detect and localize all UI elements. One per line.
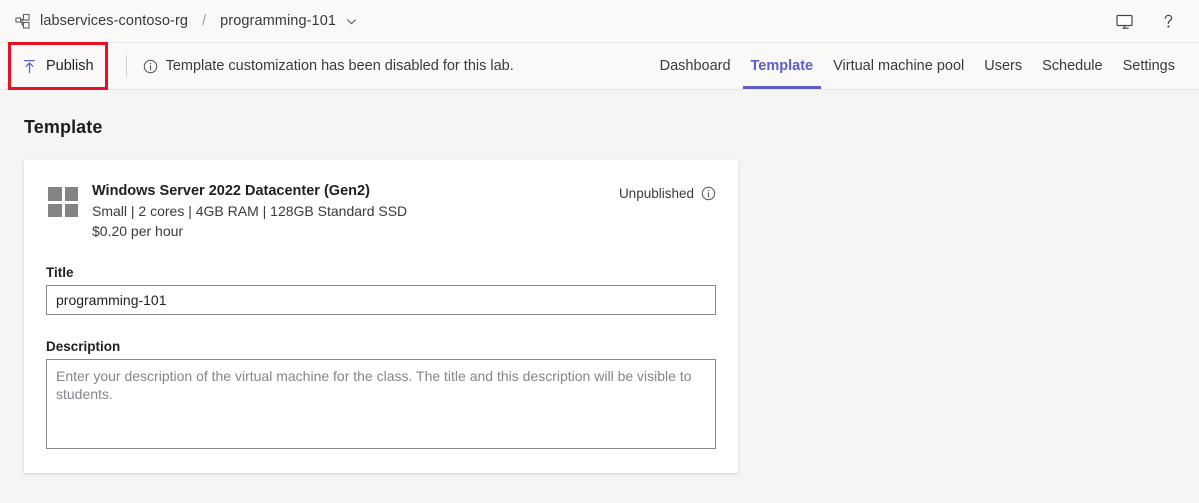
title-field-label: Title — [46, 265, 74, 280]
monitor-icon[interactable] — [1113, 10, 1135, 32]
vm-image-name: Windows Server 2022 Datacenter (Gen2) — [92, 183, 370, 199]
top-breadcrumb-bar: labservices-contoso-rg / programming-101 — [0, 0, 1199, 43]
status-badge-label: Unpublished — [618, 186, 694, 201]
windows-logo-icon — [48, 187, 78, 217]
command-bar-divider — [125, 55, 127, 77]
tab-schedule[interactable]: Schedule — [1032, 43, 1112, 89]
info-circle-icon[interactable] — [701, 186, 716, 201]
tab-dashboard[interactable]: Dashboard — [650, 43, 741, 89]
tab-dashboard-label: Dashboard — [659, 58, 731, 74]
vm-summary: Windows Server 2022 Datacenter (Gen2) Sm… — [46, 182, 716, 241]
tab-virtual-machine-pool-label: Virtual machine pool — [833, 58, 965, 74]
template-disabled-notice: Template customization has been disabled… — [143, 58, 514, 74]
publish-button-label: Publish — [46, 58, 94, 74]
info-circle-icon — [143, 59, 158, 74]
vm-details: Windows Server 2022 Datacenter (Gen2) Sm… — [92, 182, 619, 241]
tab-users[interactable]: Users — [974, 43, 1032, 89]
page-body: Template Windows Server 2022 Datacenter … — [0, 117, 1199, 473]
page-title: Template — [24, 117, 103, 137]
command-bar: Publish Template customization has been … — [0, 42, 1199, 90]
publish-upload-icon — [22, 59, 37, 74]
tab-template[interactable]: Template — [741, 43, 824, 89]
description-field-label: Description — [46, 339, 121, 354]
status-badge: Unpublished — [619, 186, 716, 201]
tab-virtual-machine-pool[interactable]: Virtual machine pool — [823, 43, 974, 89]
tab-template-label: Template — [750, 58, 814, 74]
vm-size-spec: Small | 2 cores | 4GB RAM | 128GB Standa… — [92, 203, 408, 219]
tab-schedule-label: Schedule — [1042, 58, 1103, 74]
publish-button[interactable]: Publish — [16, 53, 100, 79]
title-input[interactable] — [46, 285, 716, 315]
breadcrumb-current-lab[interactable]: programming-101 — [220, 13, 336, 29]
breadcrumb-resource-group[interactable]: labservices-contoso-rg — [40, 13, 188, 29]
tab-settings-label: Settings — [1122, 58, 1175, 74]
topbar-actions — [1113, 10, 1185, 32]
chevron-down-icon[interactable] — [345, 15, 358, 28]
description-textarea[interactable] — [46, 359, 716, 449]
lab-tabs: Dashboard Template Virtual machine pool … — [650, 43, 1185, 89]
vm-price: $0.20 per hour — [92, 223, 184, 239]
tab-settings[interactable]: Settings — [1113, 43, 1185, 89]
resource-group-icon — [14, 12, 32, 30]
template-card: Windows Server 2022 Datacenter (Gen2) Sm… — [24, 160, 738, 473]
publish-button-wrapper: Publish — [8, 42, 108, 90]
template-disabled-notice-text: Template customization has been disabled… — [165, 58, 514, 74]
breadcrumb-separator: / — [202, 13, 207, 29]
tab-users-label: Users — [984, 58, 1023, 74]
help-question-icon[interactable] — [1157, 10, 1179, 32]
